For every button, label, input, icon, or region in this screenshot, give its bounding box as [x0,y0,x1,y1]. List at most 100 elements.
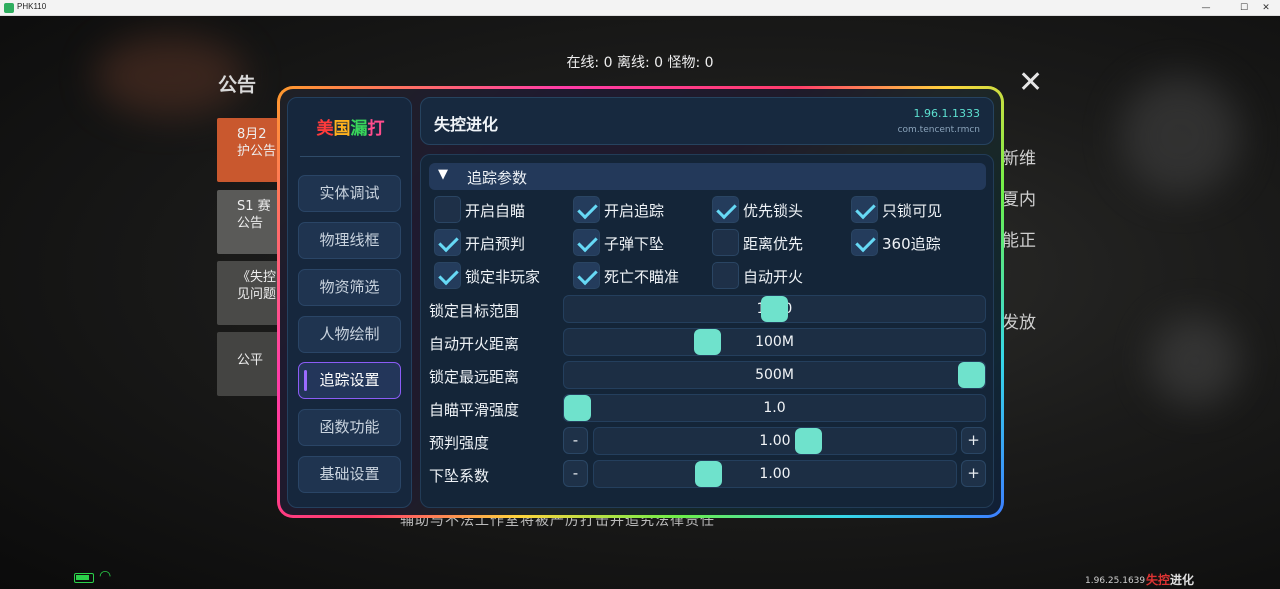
increment-button[interactable]: + [961,427,986,454]
checkbox-checked-icon[interactable] [573,229,600,256]
game-title: 失控进化 [434,115,499,134]
checkbox-label: 死亡不瞄准 [604,268,680,286]
menu-item-character-draw[interactable]: 人物绘制 [298,316,401,353]
checkbox-checked-icon[interactable] [573,196,600,223]
side-menu: 美国漏打 实体调试 物理线框 物资筛选 人物绘制 追踪设置 函数功能 基础设置 [287,97,412,508]
slider-handle[interactable] [694,329,721,355]
checkbox-checked-icon[interactable] [434,262,461,289]
slider-value: 1.00 [759,466,791,482]
battery-icon [74,573,94,583]
slider-track[interactable]: 1.00 [593,460,957,488]
notice-text: 发放 [1002,313,1036,333]
brand-char: 漏 [350,119,368,139]
game-logo-prefix: 失控 [1146,573,1171,587]
minimize-button[interactable]: — [1192,1,1220,15]
checkbox-option[interactable]: 开启自瞄 [434,196,569,224]
menu-item-physics-wireframe[interactable]: 物理线框 [298,222,401,259]
checkbox-label: 自动开火 [743,268,804,286]
checkbox-label: 只锁可见 [882,202,943,220]
checkbox-checked-icon[interactable] [851,229,878,256]
close-icon[interactable]: ✕ [1018,68,1043,98]
checkbox-label: 开启追踪 [604,202,665,220]
app-icon [4,3,14,13]
game-version: 1.96.25.1639 [1085,576,1146,586]
slider-label: 自瞄平滑强度 [429,401,520,419]
slider-handle[interactable] [761,296,788,322]
slider-label: 下坠系数 [429,467,490,485]
game-logo: 失控进化 [1146,571,1194,588]
checkbox-checked-icon[interactable] [573,262,600,289]
window-titlebar: PHK110 — ☐ ✕ [0,0,1280,16]
checkbox-label: 开启自瞄 [465,202,526,220]
menu-item-functions[interactable]: 函数功能 [298,409,401,446]
overlay-frame: 美国漏打 实体调试 物理线框 物资筛选 人物绘制 追踪设置 函数功能 基础设置 … [277,86,1004,518]
checkbox-option[interactable]: 距离优先 [712,229,847,257]
notice-text: 能正 [1002,231,1036,251]
checkbox-checked-icon[interactable] [851,196,878,223]
menu-item-tracking-settings[interactable]: 追踪设置 [298,362,401,399]
slider-value: 1.0 [763,400,786,416]
panel-header: 失控进化 1.96.1.1333 com.tencent.rmcn [420,97,994,145]
expand-icon: ▼ [438,167,448,182]
slider-value: 500M [755,367,794,383]
slider-value: 1.00 [759,433,791,449]
notice-title: 公告 [218,74,257,96]
decrement-button[interactable]: - [563,460,588,487]
menu-divider [300,156,400,157]
slider-label: 锁定最远距离 [429,368,520,386]
menu-item-entity-debug[interactable]: 实体调试 [298,175,401,212]
checkbox-option[interactable]: 子弹下坠 [573,229,708,257]
overlay-panel: 美国漏打 实体调试 物理线框 物资筛选 人物绘制 追踪设置 函数功能 基础设置 … [280,89,1001,515]
brand-title: 美国漏打 [288,114,413,139]
online-status: 在线: 0 离线: 0 怪物: 0 [566,55,714,71]
slider-track[interactable]: 1.00 [593,427,957,455]
menu-item-basic-settings[interactable]: 基础设置 [298,456,401,493]
increment-button[interactable]: + [961,460,986,487]
section-header-tracking[interactable]: ▼ 追踪参数 [429,163,986,190]
decrement-button[interactable]: - [563,427,588,454]
checkbox-empty-icon[interactable] [712,229,739,256]
slider-handle[interactable] [564,395,591,421]
checkbox-option[interactable]: 死亡不瞄准 [573,262,708,290]
checkbox-option[interactable]: 360追踪 [851,229,986,257]
checkbox-option[interactable]: 优先锁头 [712,196,847,224]
brand-char: 国 [333,119,351,139]
checkbox-option[interactable]: 开启追踪 [573,196,708,224]
checkbox-label: 优先锁头 [743,202,804,220]
checkbox-option[interactable]: 开启预判 [434,229,569,257]
checkbox-label: 子弹下坠 [604,235,665,253]
version-label: 1.96.1.1333 [913,107,980,120]
slider-handle[interactable] [958,362,985,388]
section-title: 追踪参数 [467,169,528,187]
close-window-button[interactable]: ✕ [1252,1,1280,15]
checkbox-checked-icon[interactable] [434,229,461,256]
slider-track[interactable]: 1000 [563,295,986,323]
checkbox-empty-icon[interactable] [712,262,739,289]
settings-content: ▼ 追踪参数 开启自瞄 开启追踪 优先锁头 只锁可见开启预判 子弹下坠 距离优先 360追踪… [420,154,994,508]
brand-char: 打 [367,119,385,139]
checkbox-checked-icon[interactable] [712,196,739,223]
slider-label: 自动开火距离 [429,335,520,353]
checkbox-option[interactable]: 只锁可见 [851,196,986,224]
menu-item-item-filter[interactable]: 物资筛选 [298,269,401,306]
checkbox-empty-icon[interactable] [434,196,461,223]
slider-track[interactable]: 1.0 [563,394,986,422]
checkbox-label: 距离优先 [743,235,804,253]
notice-text: 新维 [1002,149,1036,169]
slider-track[interactable]: 500M [563,361,986,389]
checkbox-label: 360追踪 [882,235,941,253]
slider-label: 锁定目标范围 [429,302,520,320]
slider-value: 100M [755,334,794,350]
slider-label: 预判强度 [429,434,490,452]
checkbox-option[interactable]: 自动开火 [712,262,847,290]
slider-handle[interactable] [695,461,722,487]
wifi-icon: ◠ [99,568,112,584]
game-logo-suffix: 进化 [1170,573,1195,587]
brand-char: 美 [316,119,334,139]
window-title: PHK110 [17,2,47,11]
package-label: com.tencent.rmcn [897,125,980,135]
slider-track[interactable]: 100M [563,328,986,356]
notice-text: 夏内 [1002,190,1036,210]
slider-handle[interactable] [795,428,822,454]
checkbox-option[interactable]: 锁定非玩家 [434,262,569,290]
